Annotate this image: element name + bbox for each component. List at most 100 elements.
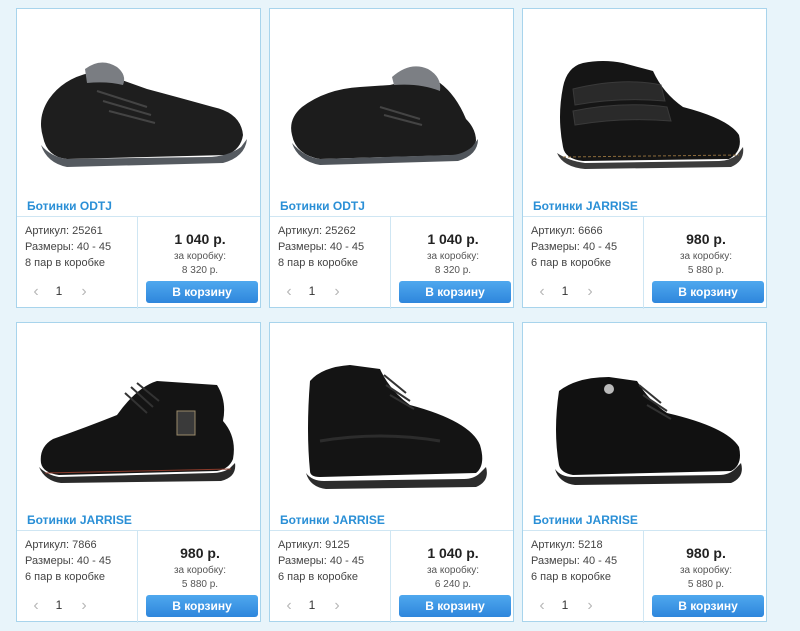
chevron-left-icon[interactable]: ‹ <box>27 283 45 301</box>
chevron-left-icon[interactable]: ‹ <box>533 597 551 615</box>
product-image[interactable] <box>17 323 260 509</box>
product-sizes: Размеры: 40 - 45 <box>278 241 365 253</box>
product-image[interactable] <box>17 9 260 195</box>
chevron-right-icon[interactable]: › <box>75 597 93 615</box>
product-details: Артикул: 5218 Размеры: 40 - 45 6 пар в к… <box>523 531 644 623</box>
product-price: 980 р. <box>180 545 220 561</box>
product-pack: 8 пар в коробке <box>278 257 358 269</box>
add-to-cart-button[interactable]: В корзину <box>146 281 258 303</box>
product-sizes: Размеры: 40 - 45 <box>25 241 112 253</box>
product-image[interactable] <box>270 9 513 195</box>
chevron-right-icon[interactable]: › <box>75 283 93 301</box>
shoe-image <box>291 66 478 165</box>
quantity-stepper: ‹ 1 › <box>25 595 133 617</box>
product-info: Артикул: 25261 Размеры: 40 - 45 8 пар в … <box>17 216 260 309</box>
box-price: 8 320 р. <box>434 265 472 276</box>
product-card: Ботинки JARRISE Артикул: 6666 Размеры: 4… <box>522 8 767 309</box>
product-pricing: 980 р. за коробку: 5 880 р. В корзину <box>138 531 262 623</box>
product-details: Артикул: 9125 Размеры: 40 - 45 6 пар в к… <box>270 531 391 623</box>
product-pack: 6 пар в коробке <box>25 571 105 583</box>
product-price: 980 р. <box>686 231 726 247</box>
product-sku: Артикул: 25262 <box>278 225 356 237</box>
product-pack: 6 пар в коробке <box>531 257 611 269</box>
add-to-cart-button[interactable]: В корзину <box>399 595 511 617</box>
product-info: Артикул: 5218 Размеры: 40 - 45 6 пар в к… <box>523 530 766 623</box>
quantity-stepper: ‹ 1 › <box>278 281 386 303</box>
box-price-label: за коробку: <box>426 565 480 576</box>
chevron-left-icon[interactable]: ‹ <box>27 597 45 615</box>
product-price: 1 040 р. <box>427 231 479 247</box>
box-price-label: за коробку: <box>679 565 733 576</box>
product-sku: Артикул: 5218 <box>531 539 603 551</box>
add-to-cart-button[interactable]: В корзину <box>146 595 258 617</box>
product-info: Артикул: 6666 Размеры: 40 - 45 6 пар в к… <box>523 216 766 309</box>
shoe-image <box>306 365 487 489</box>
product-grid: Ботинки ODTJ Артикул: 25261 Размеры: 40 … <box>16 8 768 624</box>
shoe-image <box>41 62 247 167</box>
chevron-right-icon[interactable]: › <box>328 597 346 615</box>
product-details: Артикул: 7866 Размеры: 40 - 45 6 пар в к… <box>17 531 138 623</box>
quantity-stepper: ‹ 1 › <box>278 595 386 617</box>
product-card: Ботинки ODTJ Артикул: 25262 Размеры: 40 … <box>269 8 514 309</box>
product-title[interactable]: Ботинки JARRISE <box>533 513 638 527</box>
product-pricing: 1 040 р. за коробку: 8 320 р. В корзину <box>391 217 515 309</box>
shoe-image <box>555 377 742 485</box>
chevron-right-icon[interactable]: › <box>581 283 599 301</box>
quantity-value[interactable]: 1 <box>49 284 69 298</box>
product-sku: Артикул: 9125 <box>278 539 350 551</box>
product-price: 1 040 р. <box>427 545 479 561</box>
product-pack: 6 пар в коробке <box>278 571 358 583</box>
product-pricing: 1 040 р. за коробку: 6 240 р. В корзину <box>391 531 515 623</box>
box-price: 8 320 р. <box>181 265 219 276</box>
quantity-value[interactable]: 1 <box>555 598 575 612</box>
box-price: 5 880 р. <box>181 579 219 590</box>
shoe-image <box>39 381 236 483</box>
product-price: 980 р. <box>686 545 726 561</box>
product-title[interactable]: Ботинки ODTJ <box>27 199 112 213</box>
product-card: Ботинки ODTJ Артикул: 25261 Размеры: 40 … <box>16 8 261 309</box>
add-to-cart-button[interactable]: В корзину <box>652 595 764 617</box>
product-pricing: 980 р. за коробку: 5 880 р. В корзину <box>644 217 768 309</box>
product-info: Артикул: 7866 Размеры: 40 - 45 6 пар в к… <box>17 530 260 623</box>
product-card: Ботинки JARRISE Артикул: 9125 Размеры: 4… <box>269 322 514 623</box>
product-info: Артикул: 9125 Размеры: 40 - 45 6 пар в к… <box>270 530 513 623</box>
chevron-left-icon[interactable]: ‹ <box>280 283 298 301</box>
quantity-stepper: ‹ 1 › <box>25 281 133 303</box>
chevron-left-icon[interactable]: ‹ <box>533 283 551 301</box>
product-card: Ботинки JARRISE Артикул: 5218 Размеры: 4… <box>522 322 767 623</box>
product-sku: Артикул: 7866 <box>25 539 97 551</box>
product-pack: 8 пар в коробке <box>25 257 105 269</box>
product-title[interactable]: Ботинки JARRISE <box>27 513 132 527</box>
product-image[interactable] <box>523 9 766 195</box>
product-title[interactable]: Ботинки JARRISE <box>533 199 638 213</box>
box-price: 6 240 р. <box>434 579 472 590</box>
product-image[interactable] <box>270 323 513 509</box>
product-sizes: Размеры: 40 - 45 <box>278 555 365 567</box>
product-sizes: Размеры: 40 - 45 <box>531 555 618 567</box>
add-to-cart-button[interactable]: В корзину <box>652 281 764 303</box>
quantity-value[interactable]: 1 <box>49 598 69 612</box>
quantity-value[interactable]: 1 <box>302 284 322 298</box>
box-price: 5 880 р. <box>687 265 725 276</box>
product-details: Артикул: 25262 Размеры: 40 - 45 8 пар в … <box>270 217 391 309</box>
product-info: Артикул: 25262 Размеры: 40 - 45 8 пар в … <box>270 216 513 309</box>
chevron-right-icon[interactable]: › <box>581 597 599 615</box>
product-card: Ботинки JARRISE Артикул: 7866 Размеры: 4… <box>16 322 261 623</box>
product-image[interactable] <box>523 323 766 509</box>
shoe-image <box>557 61 744 169</box>
box-price: 5 880 р. <box>687 579 725 590</box>
chevron-right-icon[interactable]: › <box>328 283 346 301</box>
quantity-value[interactable]: 1 <box>302 598 322 612</box>
box-price-label: за коробку: <box>679 251 733 262</box>
add-to-cart-button[interactable]: В корзину <box>399 281 511 303</box>
chevron-left-icon[interactable]: ‹ <box>280 597 298 615</box>
quantity-value[interactable]: 1 <box>555 284 575 298</box>
product-sku: Артикул: 25261 <box>25 225 103 237</box>
product-price: 1 040 р. <box>174 231 226 247</box>
product-details: Артикул: 25261 Размеры: 40 - 45 8 пар в … <box>17 217 138 309</box>
box-price-label: за коробку: <box>173 565 227 576</box>
box-price-label: за коробку: <box>426 251 480 262</box>
product-pricing: 1 040 р. за коробку: 8 320 р. В корзину <box>138 217 262 309</box>
product-title[interactable]: Ботинки JARRISE <box>280 513 385 527</box>
product-title[interactable]: Ботинки ODTJ <box>280 199 365 213</box>
